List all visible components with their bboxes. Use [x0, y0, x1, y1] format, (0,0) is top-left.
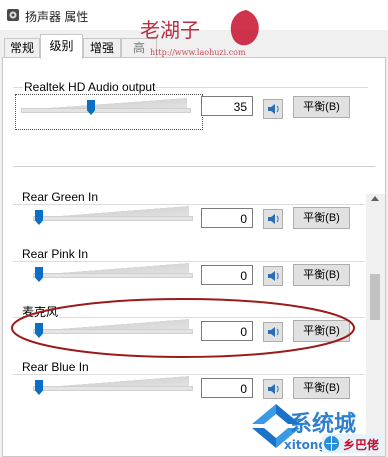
watermark-latin-text: xitong: [284, 438, 327, 452]
tab-enhancements[interactable]: 增强: [83, 38, 121, 58]
rear-pink-value-field[interactable]: 0: [201, 265, 253, 285]
output-mute-button[interactable]: [263, 99, 283, 119]
watermark-tag-text: 乡巴佬: [343, 438, 380, 452]
speaker-icon: [268, 271, 279, 281]
section-divider: [13, 166, 375, 167]
vertical-scrollbar[interactable]: [366, 194, 385, 456]
speaker-icon: [268, 384, 279, 394]
rear-green-balance-button[interactable]: 平衡(B): [293, 207, 350, 229]
rear-pink-mute-button[interactable]: [263, 266, 283, 286]
microphone-highlight-ellipse: [11, 298, 355, 358]
globe-icon: [324, 436, 339, 451]
rear-green-slider-groove: [33, 216, 193, 221]
level-name: Rear Green In: [21, 190, 100, 204]
output-value-field[interactable]: 35: [201, 96, 253, 116]
speaker-icon: [268, 104, 279, 114]
output-balance-button[interactable]: 平衡(B): [293, 96, 350, 118]
rear-blue-slider-groove: [33, 386, 193, 391]
group-border: [13, 374, 365, 375]
output-slider-groove: [21, 108, 191, 113]
scroll-thumb[interactable]: [370, 274, 380, 320]
speaker-icon: [268, 214, 279, 224]
rear-pink-balance-button[interactable]: 平衡(B): [293, 264, 350, 286]
watermark-top-text: 老湖子: [140, 18, 200, 42]
group-border: [13, 204, 365, 205]
level-name: Rear Blue In: [21, 360, 90, 374]
tab-general[interactable]: 常规: [4, 38, 40, 58]
speaker-app-icon: [7, 9, 19, 21]
rear-blue-mute-button[interactable]: [263, 379, 283, 399]
watermark-blob-icon: [230, 10, 259, 46]
rear-pink-slider-thumb[interactable]: [35, 267, 43, 282]
rear-pink-slider-groove: [33, 273, 193, 278]
level-name: Rear Pink In: [21, 247, 90, 261]
group-border: [13, 261, 365, 262]
rear-green-value-field[interactable]: 0: [201, 208, 253, 228]
watermark-tag-badge: 乡巴佬: [322, 434, 384, 453]
rear-blue-balance-button[interactable]: 平衡(B): [293, 377, 350, 399]
rear-green-slider-thumb[interactable]: [35, 210, 43, 225]
scroll-up-arrow-icon[interactable]: [371, 196, 379, 201]
rear-green-mute-button[interactable]: [263, 209, 283, 229]
level-name: Realtek HD Audio output: [23, 80, 157, 94]
tab-levels[interactable]: 级别: [40, 34, 83, 59]
window-title: 扬声器 属性: [25, 10, 89, 24]
rear-blue-slider-thumb[interactable]: [35, 380, 43, 395]
rear-blue-value-field[interactable]: 0: [201, 378, 253, 398]
levels-panel: Realtek HD Audio output 35 平衡(B) Rear Gr…: [2, 57, 386, 457]
